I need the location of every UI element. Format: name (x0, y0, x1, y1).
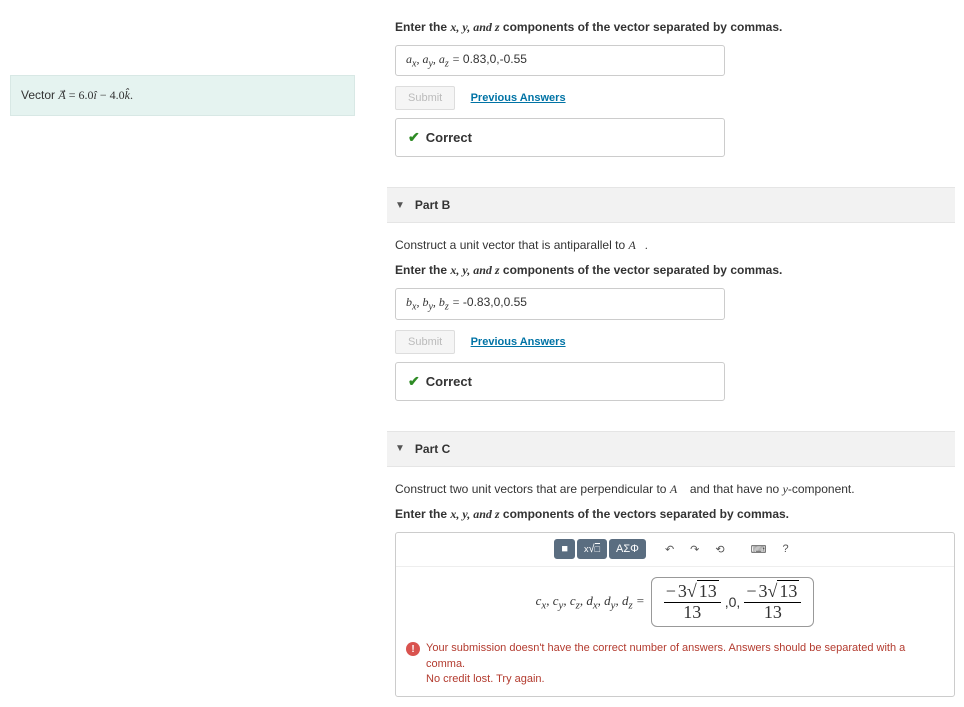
partb-submit-button[interactable]: Submit (395, 330, 455, 354)
partc-instruction: Enter the x, y, and z components of the … (395, 507, 955, 522)
partb-header[interactable]: ▼ Part B (387, 187, 955, 223)
partb-answer-box: bx, by, bz = -0.83,0,0.55 (395, 288, 725, 319)
partb-feedback: ✔Correct (395, 362, 725, 401)
toolbar-sqrt-button[interactable]: x√□ (577, 539, 607, 559)
partc-frac1: −3√13 13 (664, 582, 721, 623)
parta-submit-button[interactable]: Submit (395, 86, 455, 110)
partc-title: Part C (415, 442, 450, 456)
partc-mid: ,0, (725, 594, 741, 610)
partb-value: -0.83,0,0.55 (463, 295, 527, 309)
parta-feedback: ✔Correct (395, 118, 725, 157)
partc-header[interactable]: ▼ Part C (387, 431, 955, 467)
toolbar-template-button[interactable]: ■ (554, 539, 575, 559)
partb-instruction: Enter the x, y, and z components of the … (395, 263, 955, 278)
partc-frac2: −3√13 13 (744, 582, 801, 623)
partc-prompt: Construct two unit vectors that are perp… (395, 482, 955, 497)
partc-answer-input[interactable]: −3√13 13 ,0, −3√13 13 (651, 577, 815, 628)
caret-down-icon: ▼ (395, 443, 405, 454)
partb-title: Part B (415, 198, 450, 212)
math-toolbar: ■ x√□ ΑΣΦ ↶ ↷ ⟲ ⌨ ? (396, 533, 954, 567)
toolbar-undo-button[interactable]: ↶ (658, 539, 681, 560)
partc-error: ! Your submission doesn't have the corre… (396, 637, 954, 687)
parta-value: 0.83,0,-0.55 (463, 52, 527, 66)
toolbar-greek-button[interactable]: ΑΣΦ (609, 539, 646, 559)
toolbar-redo-button[interactable]: ↷ (683, 539, 706, 560)
partb-prompt: Construct a unit vector that is antipara… (395, 238, 955, 253)
partc-lhs: cx, cy, cz, dx, dy, dz = (536, 593, 645, 612)
problem-statement: Vector A⃗ = 6.0î − 4.0k̂. (10, 75, 355, 116)
problem-vector: A⃗ = 6.0î − 4.0k̂. (58, 88, 133, 102)
check-icon: ✔ (408, 373, 420, 390)
parta-previous-answers-link[interactable]: Previous Answers (471, 92, 566, 104)
partb-previous-answers-link[interactable]: Previous Answers (471, 336, 566, 348)
toolbar-reset-button[interactable]: ⟲ (708, 539, 731, 560)
parta-instruction: Enter the x, y, and z components of the … (395, 20, 955, 35)
partb-lhs: bx, by, bz = (406, 295, 463, 309)
parta-lhs: ax, ay, az = (406, 52, 463, 66)
error-icon: ! (406, 642, 420, 656)
check-icon: ✔ (408, 129, 420, 146)
caret-down-icon: ▼ (395, 200, 405, 211)
parta-answer-box: ax, ay, az = 0.83,0,-0.55 (395, 45, 725, 76)
problem-prefix: Vector (21, 88, 58, 102)
partc-answer-frame: ■ x√□ ΑΣΦ ↶ ↷ ⟲ ⌨ ? cx, cy, cz, dx, dy, … (395, 532, 955, 697)
toolbar-keyboard-button[interactable]: ⌨ (744, 539, 774, 560)
toolbar-help-button[interactable]: ? (775, 539, 795, 559)
